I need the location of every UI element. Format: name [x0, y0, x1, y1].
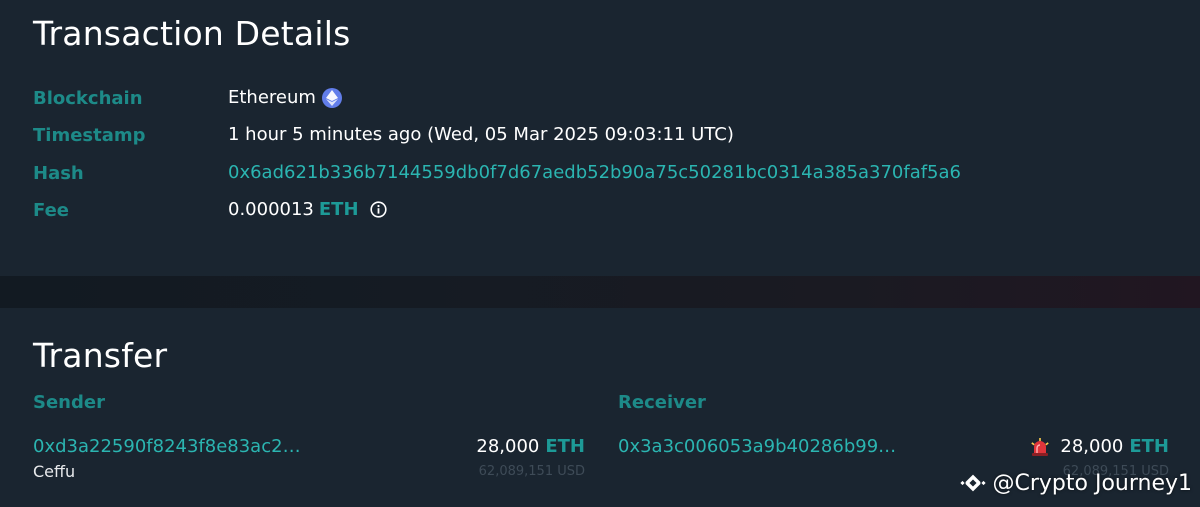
blockchain-name: Ethereum — [228, 87, 316, 108]
fee-value: 0.000013 ETH — [228, 199, 388, 220]
sender-amount-unit: ETH — [545, 436, 585, 457]
sender-amount-value: 28,000 — [476, 436, 540, 457]
ethereum-icon — [321, 87, 342, 108]
receiver-label: Receiver — [618, 392, 706, 413]
sender-entity: Ceffu — [33, 462, 76, 481]
sender-label: Sender — [33, 392, 105, 413]
binance-logo-icon — [960, 470, 987, 496]
info-icon[interactable] — [370, 201, 388, 219]
sender-address-link[interactable]: 0xd3a22590f8243f8e83ac2… — [33, 436, 301, 457]
timestamp-label: Timestamp — [33, 125, 146, 146]
sender-amount: 28,000 ETH — [476, 436, 585, 457]
watermark-text: @Crypto Journey1 — [992, 470, 1192, 496]
fee-amount: 0.000013 — [228, 199, 314, 220]
receiver-address-link[interactable]: 0x3a3c006053a9b40286b99… — [618, 436, 896, 457]
blockchain-label: Blockchain — [33, 88, 143, 109]
fee-unit: ETH — [318, 199, 359, 220]
timestamp-value: 1 hour 5 minutes ago (Wed, 05 Mar 2025 0… — [228, 124, 734, 145]
transaction-details-title: Transaction Details — [33, 14, 351, 53]
section-divider — [0, 276, 1200, 308]
receiver-amount-unit: ETH — [1129, 436, 1169, 457]
transaction-hash-link[interactable]: 0x6ad621b336b7144559db0f7d67aedb52b90a75… — [228, 162, 961, 183]
receiver-amount: 28,000 ETH — [1030, 436, 1169, 457]
blockchain-value: Ethereum — [228, 87, 342, 108]
fee-label: Fee — [33, 200, 69, 221]
transfer-title: Transfer — [33, 336, 168, 375]
alarm-siren-icon — [1030, 437, 1050, 457]
sender-usd-value: 62,089,151 USD — [478, 464, 585, 479]
hash-label: Hash — [33, 163, 84, 184]
receiver-amount-value: 28,000 — [1060, 436, 1124, 457]
hash-row: 0x6ad621b336b7144559db0f7d67aedb52b90a75… — [228, 162, 961, 183]
watermark: @Crypto Journey1 — [960, 470, 1192, 496]
